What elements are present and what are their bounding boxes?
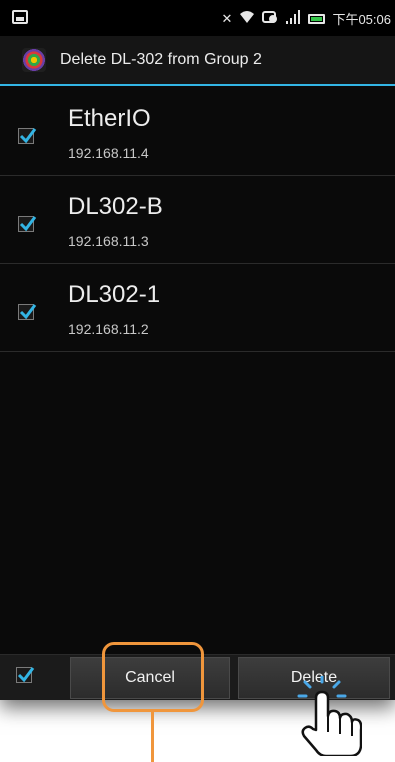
list-item[interactable]: EtherIO 192.168.11.4 (0, 88, 395, 176)
device-ip: 192.168.11.4 (68, 145, 149, 161)
wifi-icon (239, 10, 255, 27)
device-list: EtherIO 192.168.11.4 DL302-B 192.168.11.… (0, 88, 395, 352)
list-item[interactable]: DL302-1 192.168.11.2 (0, 264, 395, 352)
status-icons: ✕ 下午05:06 (222, 9, 391, 28)
app-icon (22, 48, 46, 72)
device-ip: 192.168.11.2 (68, 321, 149, 337)
screenshot-icon (12, 10, 28, 24)
callout-pointer-line (151, 712, 154, 762)
status-time: 下午05:06 (332, 12, 391, 27)
device-checkbox[interactable] (18, 128, 37, 144)
dialog-title: Delete DL-302 from Group 2 (60, 51, 262, 68)
device-name: DL302-B (68, 193, 163, 220)
device-name: DL302-1 (68, 281, 161, 308)
mute-icon: ✕ (221, 10, 233, 26)
phone-screen: ✕ 下午05:06 Delete DL-302 from Group 2 Eth… (0, 0, 395, 700)
status-bar: ✕ 下午05:06 (0, 0, 395, 36)
signal-icon (285, 10, 301, 27)
device-checkbox[interactable] (18, 216, 37, 232)
hand-pointer-icon (292, 674, 363, 761)
device-name: EtherIO (68, 105, 151, 132)
sync-icon (262, 10, 278, 27)
battery-icon (308, 13, 326, 24)
list-item[interactable]: DL302-B 192.168.11.3 (0, 176, 395, 264)
cancel-highlight-callout (102, 642, 204, 712)
select-all-checkbox[interactable] (16, 667, 35, 683)
dialog-title-bar: Delete DL-302 from Group 2 (0, 36, 395, 86)
device-ip: 192.168.11.3 (68, 233, 149, 249)
device-checkbox[interactable] (18, 304, 37, 320)
